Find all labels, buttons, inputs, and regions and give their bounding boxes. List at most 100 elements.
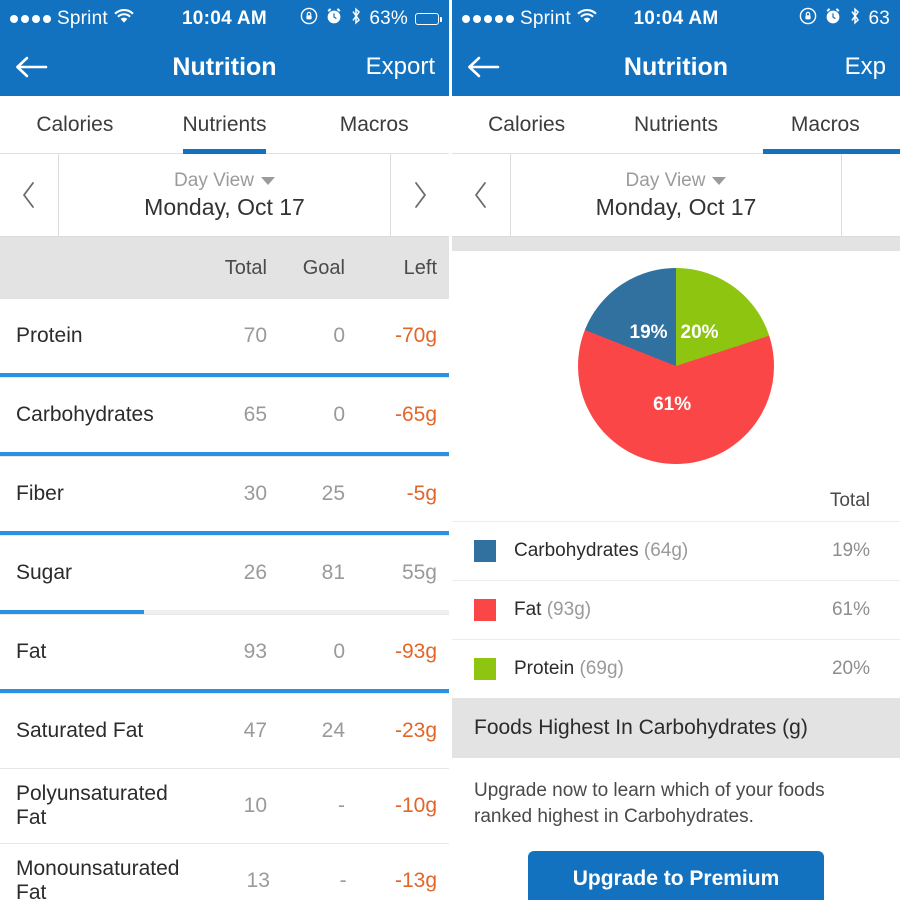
legend-total-header: Total <box>452 481 900 521</box>
legend-row[interactable]: Fat (93g) 61% <box>452 580 900 639</box>
chevron-left-icon[interactable] <box>0 154 59 236</box>
back-arrow-icon[interactable] <box>466 55 500 79</box>
alarm-clock-icon <box>824 7 842 31</box>
nutrient-total: 70 <box>243 324 267 347</box>
tab-macros[interactable]: Macros <box>751 96 900 154</box>
nutrient-total: 93 <box>243 640 267 663</box>
nutrient-left: 55g <box>401 561 437 584</box>
nutrient-total: 10 <box>243 794 267 817</box>
wifi-icon <box>577 8 597 30</box>
legend-label: Protein (69g) <box>514 658 624 679</box>
nutrient-total: 65 <box>243 403 267 426</box>
table-row[interactable]: Monounsaturated Fat 13 - -13g <box>0 844 449 900</box>
chevron-right-icon[interactable] <box>390 154 449 236</box>
day-view-label: Day View <box>625 169 706 191</box>
nutrient-left: -5g <box>406 482 437 505</box>
tab-nutrients[interactable]: Nutrients <box>601 96 750 153</box>
table-row[interactable]: Fat 93 0 -93g <box>0 615 449 694</box>
carrier-label: Sprint <box>57 8 108 29</box>
legend-row[interactable]: Carbohydrates (64g) 19% <box>452 521 900 580</box>
dual-screenshot: Sprint 10:04 AM 63% Nutrition Export Cal… <box>0 0 900 900</box>
current-date-label: Monday, Oct 17 <box>144 193 305 220</box>
upgrade-button-wrap: Upgrade to Premium <box>452 829 900 900</box>
table-header-row: Total Goal Left <box>0 237 449 299</box>
nutrient-name: Fat <box>16 640 47 663</box>
right-phone-screen: Sprint 10:04 AM 63 Nutrition Exp Calorie… <box>452 0 900 900</box>
nutrient-left: -13g <box>394 869 437 892</box>
legend-label: Fat (93g) <box>514 599 592 620</box>
date-display[interactable]: Day View Monday, Oct 17 <box>511 154 841 236</box>
nav-bar: Nutrition Exp <box>452 38 900 96</box>
nutrient-total: 26 <box>243 561 267 584</box>
upsell-block: Upgrade now to learn which of your foods… <box>452 758 900 830</box>
day-view-selector[interactable]: Day View <box>626 170 727 192</box>
status-bar: Sprint 10:04 AM 63% <box>0 0 449 38</box>
tab-bar: Calories Nutrients Macros <box>0 96 449 154</box>
chevron-left-icon[interactable] <box>452 154 511 236</box>
column-header-left: Left <box>403 256 437 279</box>
table-row[interactable]: Polyunsaturated Fat 10 - -10g <box>0 769 449 844</box>
tab-bar: Calories Nutrients Macros <box>452 96 900 154</box>
alarm-clock-icon <box>325 7 343 31</box>
legend-percent: 19% <box>831 540 870 561</box>
pie-label-fat: 61% <box>653 394 692 416</box>
column-header-total: Total <box>224 256 267 279</box>
signal-strength-icon <box>462 15 514 23</box>
current-date-label: Monday, Oct 17 <box>595 193 757 220</box>
nutrient-total: 30 <box>243 482 267 505</box>
tab-macros[interactable]: Macros <box>299 96 449 153</box>
day-view-label: Day View <box>174 169 254 191</box>
legend-color-swatch <box>474 540 496 562</box>
nutrient-name: Monounsaturated Fat <box>16 857 180 900</box>
progress-bar <box>0 610 449 614</box>
rotation-lock-icon <box>300 7 318 31</box>
nutrient-name: Polyunsaturated Fat <box>16 782 168 829</box>
section-band <box>452 237 900 251</box>
nutrient-name: Protein <box>16 324 83 347</box>
nutrient-total: 13 <box>246 869 270 892</box>
table-row[interactable]: Fiber 30 25 -5g <box>0 457 449 536</box>
nutrient-name: Carbohydrates <box>16 403 154 426</box>
day-view-selector[interactable]: Day View <box>174 170 275 192</box>
nutrient-left: -70g <box>394 324 437 347</box>
date-navigator: Day View Monday, Oct 17 <box>452 154 900 237</box>
nutrient-goal: - <box>339 869 347 892</box>
nutrient-name: Saturated Fat <box>16 719 144 742</box>
export-button[interactable]: Exp <box>845 53 886 81</box>
status-bar-right: 63% <box>300 7 442 31</box>
nutrient-left: -23g <box>394 719 437 742</box>
nutrient-name: Fiber <box>16 482 64 505</box>
chevron-right-icon-hidden[interactable] <box>841 154 900 236</box>
nutrient-left: -10g <box>394 794 437 817</box>
foods-section-title: Foods Highest In Carbohydrates (g) <box>452 698 900 758</box>
table-row[interactable]: Saturated Fat 47 24 -23g <box>0 694 449 769</box>
status-bar: Sprint 10:04 AM 63 <box>452 0 900 38</box>
left-phone-screen: Sprint 10:04 AM 63% Nutrition Export Cal… <box>0 0 449 900</box>
carrier-label: Sprint <box>520 8 571 29</box>
tab-nutrients[interactable]: Nutrients <box>150 96 300 154</box>
table-row[interactable]: Protein 70 0 -70g <box>0 299 449 378</box>
legend-label: Carbohydrates (64g) <box>514 540 689 561</box>
nutrient-goal: - <box>338 794 345 817</box>
date-display[interactable]: Day View Monday, Oct 17 <box>59 154 390 236</box>
caret-down-icon <box>260 176 275 185</box>
macros-legend: Carbohydrates (64g) 19% Fat (93g) 61% Protei… <box>452 521 900 698</box>
tab-calories[interactable]: Calories <box>452 96 601 153</box>
macros-pie-chart: 19% 20% 61% <box>452 251 900 481</box>
status-bar-left: Sprint <box>462 8 597 30</box>
upgrade-to-premium-button[interactable]: Upgrade to Premium <box>528 851 824 900</box>
battery-icon <box>415 13 442 25</box>
legend-color-swatch <box>474 658 496 680</box>
bluetooth-icon <box>350 7 362 31</box>
nutrient-total: 47 <box>243 719 267 742</box>
table-row[interactable]: Sugar 26 81 55g <box>0 536 449 615</box>
table-row[interactable]: Carbohydrates 65 0 -65g <box>0 378 449 457</box>
back-arrow-icon[interactable] <box>14 55 48 79</box>
tab-calories[interactable]: Calories <box>0 96 150 153</box>
export-button[interactable]: Export <box>366 53 435 81</box>
pie-graphic: 19% 20% 61% <box>578 268 774 464</box>
battery-percent-label: 63% <box>369 8 408 29</box>
legend-row[interactable]: Protein (69g) 20% <box>452 639 900 698</box>
nav-bar: Nutrition Export <box>0 38 449 96</box>
legend-percent: 20% <box>831 658 870 679</box>
